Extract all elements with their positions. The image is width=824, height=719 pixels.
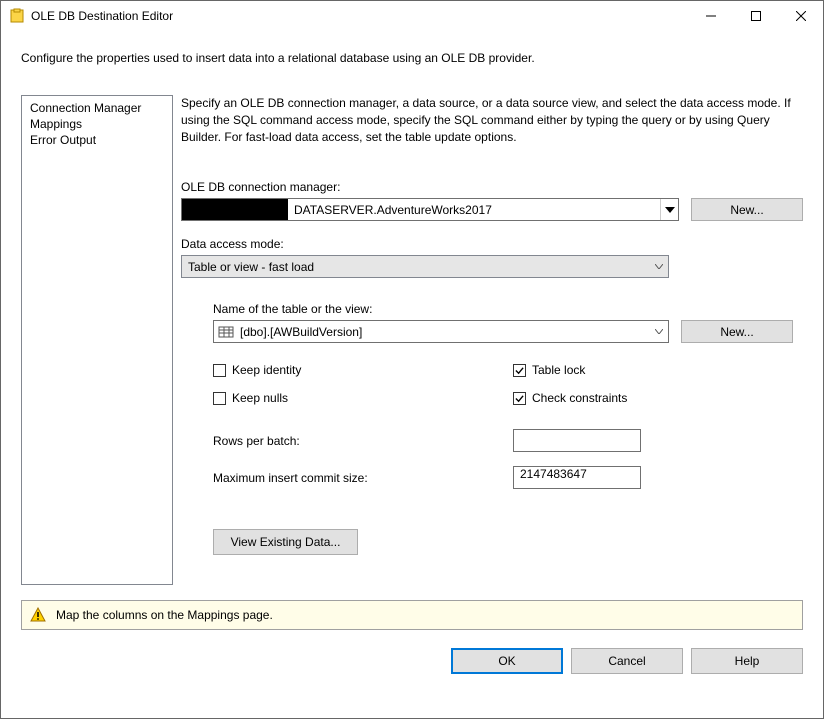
dropdown-arrow-icon xyxy=(660,199,678,220)
warning-icon xyxy=(30,607,46,623)
sidebar-item-connection-manager[interactable]: Connection Manager xyxy=(28,100,166,116)
max-commit-input[interactable]: 2147483647 xyxy=(513,466,641,489)
cancel-button[interactable]: Cancel xyxy=(571,648,683,674)
window-title: OLE DB Destination Editor xyxy=(31,9,688,23)
help-button[interactable]: Help xyxy=(691,648,803,674)
table-lock-checkbox[interactable] xyxy=(513,364,526,377)
check-constraints-checkbox[interactable] xyxy=(513,392,526,405)
connection-manager-combo[interactable]: DATASERVER.AdventureWorks2017 xyxy=(181,198,679,221)
connection-label: OLE DB connection manager: xyxy=(181,180,803,194)
dropdown-arrow-icon xyxy=(650,256,668,277)
table-icon xyxy=(218,324,234,340)
keep-nulls-label: Keep nulls xyxy=(232,391,288,405)
keep-identity-label: Keep identity xyxy=(232,363,301,377)
warning-text: Map the columns on the Mappings page. xyxy=(56,608,273,622)
page-description: Configure the properties used to insert … xyxy=(1,31,823,95)
minimize-button[interactable] xyxy=(688,1,733,31)
instructions-text: Specify an OLE DB connection manager, a … xyxy=(181,95,803,145)
app-icon xyxy=(9,8,25,24)
table-name-combo[interactable]: [dbo].[AWBuildVersion] xyxy=(213,320,669,343)
access-mode-combo[interactable]: Table or view - fast load xyxy=(181,255,669,278)
connection-value: DATASERVER.AdventureWorks2017 xyxy=(288,203,660,217)
sidebar: Connection Manager Mappings Error Output xyxy=(21,95,173,585)
ok-button[interactable]: OK xyxy=(451,648,563,674)
dropdown-arrow-icon xyxy=(650,321,668,342)
access-mode-value: Table or view - fast load xyxy=(188,260,314,274)
masked-region xyxy=(182,199,288,220)
new-connection-button[interactable]: New... xyxy=(691,198,803,221)
view-existing-data-button[interactable]: View Existing Data... xyxy=(213,529,358,555)
access-mode-label: Data access mode: xyxy=(181,237,803,251)
keep-nulls-checkbox[interactable] xyxy=(213,392,226,405)
check-constraints-label: Check constraints xyxy=(532,391,627,405)
titlebar: OLE DB Destination Editor xyxy=(1,1,823,31)
table-lock-label: Table lock xyxy=(532,363,585,377)
max-commit-label: Maximum insert commit size: xyxy=(213,471,513,485)
rows-per-batch-input[interactable] xyxy=(513,429,641,452)
keep-identity-checkbox[interactable] xyxy=(213,364,226,377)
table-name-value: [dbo].[AWBuildVersion] xyxy=(240,325,362,339)
table-label: Name of the table or the view: xyxy=(213,302,803,316)
new-table-button[interactable]: New... xyxy=(681,320,793,343)
sidebar-item-error-output[interactable]: Error Output xyxy=(28,132,166,148)
rows-per-batch-label: Rows per batch: xyxy=(213,434,513,448)
sidebar-item-mappings[interactable]: Mappings xyxy=(28,116,166,132)
close-button[interactable] xyxy=(778,1,823,31)
maximize-button[interactable] xyxy=(733,1,778,31)
warning-bar: Map the columns on the Mappings page. xyxy=(21,600,803,630)
window-controls xyxy=(688,1,823,31)
